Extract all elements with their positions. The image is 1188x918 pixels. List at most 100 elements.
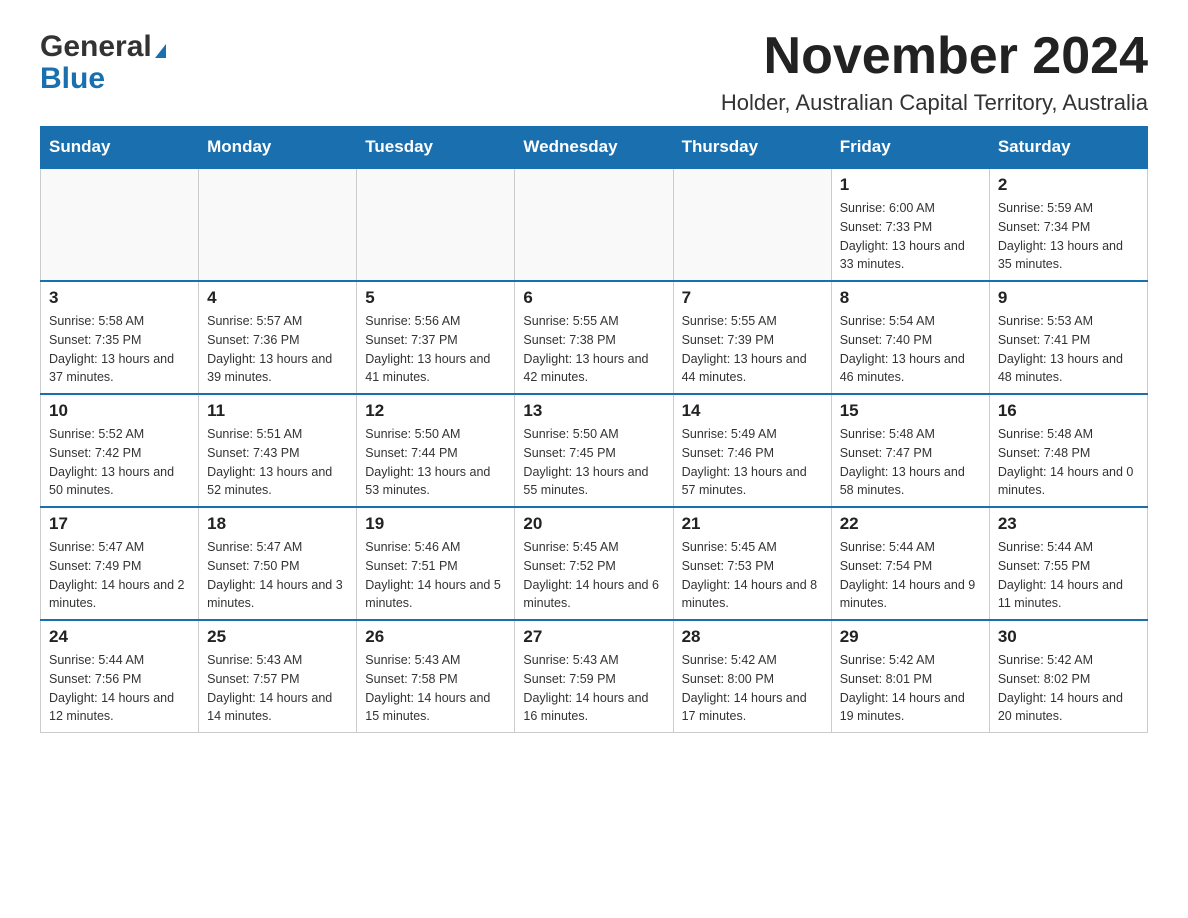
day-number: 1 bbox=[840, 175, 981, 195]
day-number: 20 bbox=[523, 514, 664, 534]
day-info: Sunrise: 5:49 AMSunset: 7:46 PMDaylight:… bbox=[682, 425, 823, 500]
logo-arrow-icon bbox=[155, 44, 166, 58]
calendar-day-cell: 7 Sunrise: 5:55 AMSunset: 7:39 PMDayligh… bbox=[673, 281, 831, 394]
title-section: November 2024 Holder, Australian Capital… bbox=[721, 30, 1148, 116]
calendar-day-header: Saturday bbox=[989, 127, 1147, 169]
calendar-header-row: SundayMondayTuesdayWednesdayThursdayFrid… bbox=[41, 127, 1148, 169]
day-info: Sunrise: 5:43 AMSunset: 7:57 PMDaylight:… bbox=[207, 651, 348, 726]
calendar-day-cell: 17 Sunrise: 5:47 AMSunset: 7:49 PMDaylig… bbox=[41, 507, 199, 620]
calendar-day-cell bbox=[673, 168, 831, 281]
calendar-day-cell: 15 Sunrise: 5:48 AMSunset: 7:47 PMDaylig… bbox=[831, 394, 989, 507]
day-info: Sunrise: 5:51 AMSunset: 7:43 PMDaylight:… bbox=[207, 425, 348, 500]
calendar-day-cell: 28 Sunrise: 5:42 AMSunset: 8:00 PMDaylig… bbox=[673, 620, 831, 733]
calendar-day-cell: 9 Sunrise: 5:53 AMSunset: 7:41 PMDayligh… bbox=[989, 281, 1147, 394]
day-number: 10 bbox=[49, 401, 190, 421]
day-number: 30 bbox=[998, 627, 1139, 647]
calendar-day-cell: 24 Sunrise: 5:44 AMSunset: 7:56 PMDaylig… bbox=[41, 620, 199, 733]
day-number: 3 bbox=[49, 288, 190, 308]
calendar-day-header: Tuesday bbox=[357, 127, 515, 169]
day-info: Sunrise: 5:44 AMSunset: 7:54 PMDaylight:… bbox=[840, 538, 981, 613]
calendar-day-cell: 23 Sunrise: 5:44 AMSunset: 7:55 PMDaylig… bbox=[989, 507, 1147, 620]
calendar-day-header: Friday bbox=[831, 127, 989, 169]
calendar-day-cell: 19 Sunrise: 5:46 AMSunset: 7:51 PMDaylig… bbox=[357, 507, 515, 620]
calendar-week-row: 10 Sunrise: 5:52 AMSunset: 7:42 PMDaylig… bbox=[41, 394, 1148, 507]
day-number: 13 bbox=[523, 401, 664, 421]
day-info: Sunrise: 5:47 AMSunset: 7:49 PMDaylight:… bbox=[49, 538, 190, 613]
day-info: Sunrise: 5:53 AMSunset: 7:41 PMDaylight:… bbox=[998, 312, 1139, 387]
logo-blue-text: Blue bbox=[40, 62, 105, 96]
calendar-day-cell: 21 Sunrise: 5:45 AMSunset: 7:53 PMDaylig… bbox=[673, 507, 831, 620]
day-number: 27 bbox=[523, 627, 664, 647]
day-info: Sunrise: 5:50 AMSunset: 7:44 PMDaylight:… bbox=[365, 425, 506, 500]
day-number: 7 bbox=[682, 288, 823, 308]
day-info: Sunrise: 5:42 AMSunset: 8:01 PMDaylight:… bbox=[840, 651, 981, 726]
calendar-day-cell: 5 Sunrise: 5:56 AMSunset: 7:37 PMDayligh… bbox=[357, 281, 515, 394]
day-info: Sunrise: 5:45 AMSunset: 7:52 PMDaylight:… bbox=[523, 538, 664, 613]
day-info: Sunrise: 5:48 AMSunset: 7:48 PMDaylight:… bbox=[998, 425, 1139, 500]
logo: General Blue bbox=[40, 30, 166, 96]
day-number: 21 bbox=[682, 514, 823, 534]
day-info: Sunrise: 5:56 AMSunset: 7:37 PMDaylight:… bbox=[365, 312, 506, 387]
day-number: 17 bbox=[49, 514, 190, 534]
calendar-day-cell bbox=[199, 168, 357, 281]
month-title: November 2024 bbox=[721, 30, 1148, 82]
day-info: Sunrise: 5:43 AMSunset: 7:59 PMDaylight:… bbox=[523, 651, 664, 726]
calendar-day-cell: 8 Sunrise: 5:54 AMSunset: 7:40 PMDayligh… bbox=[831, 281, 989, 394]
calendar-day-cell: 12 Sunrise: 5:50 AMSunset: 7:44 PMDaylig… bbox=[357, 394, 515, 507]
calendar-day-header: Monday bbox=[199, 127, 357, 169]
day-info: Sunrise: 5:44 AMSunset: 7:55 PMDaylight:… bbox=[998, 538, 1139, 613]
day-info: Sunrise: 5:42 AMSunset: 8:02 PMDaylight:… bbox=[998, 651, 1139, 726]
calendar-day-cell: 11 Sunrise: 5:51 AMSunset: 7:43 PMDaylig… bbox=[199, 394, 357, 507]
day-number: 23 bbox=[998, 514, 1139, 534]
day-number: 25 bbox=[207, 627, 348, 647]
calendar-week-row: 1 Sunrise: 6:00 AMSunset: 7:33 PMDayligh… bbox=[41, 168, 1148, 281]
calendar-table: SundayMondayTuesdayWednesdayThursdayFrid… bbox=[40, 126, 1148, 733]
day-number: 14 bbox=[682, 401, 823, 421]
calendar-day-cell: 22 Sunrise: 5:44 AMSunset: 7:54 PMDaylig… bbox=[831, 507, 989, 620]
day-number: 11 bbox=[207, 401, 348, 421]
day-info: Sunrise: 5:43 AMSunset: 7:58 PMDaylight:… bbox=[365, 651, 506, 726]
calendar-day-cell bbox=[357, 168, 515, 281]
day-info: Sunrise: 5:50 AMSunset: 7:45 PMDaylight:… bbox=[523, 425, 664, 500]
calendar-day-cell: 25 Sunrise: 5:43 AMSunset: 7:57 PMDaylig… bbox=[199, 620, 357, 733]
calendar-day-cell: 13 Sunrise: 5:50 AMSunset: 7:45 PMDaylig… bbox=[515, 394, 673, 507]
day-info: Sunrise: 5:58 AMSunset: 7:35 PMDaylight:… bbox=[49, 312, 190, 387]
day-number: 18 bbox=[207, 514, 348, 534]
day-info: Sunrise: 5:45 AMSunset: 7:53 PMDaylight:… bbox=[682, 538, 823, 613]
day-number: 15 bbox=[840, 401, 981, 421]
day-info: Sunrise: 5:46 AMSunset: 7:51 PMDaylight:… bbox=[365, 538, 506, 613]
calendar-day-cell: 10 Sunrise: 5:52 AMSunset: 7:42 PMDaylig… bbox=[41, 394, 199, 507]
calendar-day-cell bbox=[515, 168, 673, 281]
logo-general-text: General bbox=[40, 30, 152, 64]
calendar-day-cell: 6 Sunrise: 5:55 AMSunset: 7:38 PMDayligh… bbox=[515, 281, 673, 394]
calendar-day-cell: 16 Sunrise: 5:48 AMSunset: 7:48 PMDaylig… bbox=[989, 394, 1147, 507]
calendar-week-row: 3 Sunrise: 5:58 AMSunset: 7:35 PMDayligh… bbox=[41, 281, 1148, 394]
day-info: Sunrise: 6:00 AMSunset: 7:33 PMDaylight:… bbox=[840, 199, 981, 274]
day-number: 2 bbox=[998, 175, 1139, 195]
calendar-day-cell: 20 Sunrise: 5:45 AMSunset: 7:52 PMDaylig… bbox=[515, 507, 673, 620]
day-info: Sunrise: 5:44 AMSunset: 7:56 PMDaylight:… bbox=[49, 651, 190, 726]
day-number: 5 bbox=[365, 288, 506, 308]
calendar-day-header: Wednesday bbox=[515, 127, 673, 169]
day-info: Sunrise: 5:59 AMSunset: 7:34 PMDaylight:… bbox=[998, 199, 1139, 274]
calendar-day-header: Sunday bbox=[41, 127, 199, 169]
calendar-week-row: 24 Sunrise: 5:44 AMSunset: 7:56 PMDaylig… bbox=[41, 620, 1148, 733]
location-title: Holder, Australian Capital Territory, Au… bbox=[721, 90, 1148, 116]
calendar-day-cell: 18 Sunrise: 5:47 AMSunset: 7:50 PMDaylig… bbox=[199, 507, 357, 620]
calendar-day-cell bbox=[41, 168, 199, 281]
calendar-day-cell: 1 Sunrise: 6:00 AMSunset: 7:33 PMDayligh… bbox=[831, 168, 989, 281]
day-number: 12 bbox=[365, 401, 506, 421]
day-info: Sunrise: 5:54 AMSunset: 7:40 PMDaylight:… bbox=[840, 312, 981, 387]
day-number: 26 bbox=[365, 627, 506, 647]
calendar-day-cell: 29 Sunrise: 5:42 AMSunset: 8:01 PMDaylig… bbox=[831, 620, 989, 733]
calendar-day-cell: 2 Sunrise: 5:59 AMSunset: 7:34 PMDayligh… bbox=[989, 168, 1147, 281]
calendar-day-cell: 27 Sunrise: 5:43 AMSunset: 7:59 PMDaylig… bbox=[515, 620, 673, 733]
day-info: Sunrise: 5:52 AMSunset: 7:42 PMDaylight:… bbox=[49, 425, 190, 500]
day-number: 24 bbox=[49, 627, 190, 647]
day-number: 8 bbox=[840, 288, 981, 308]
day-number: 22 bbox=[840, 514, 981, 534]
day-info: Sunrise: 5:48 AMSunset: 7:47 PMDaylight:… bbox=[840, 425, 981, 500]
day-info: Sunrise: 5:55 AMSunset: 7:39 PMDaylight:… bbox=[682, 312, 823, 387]
calendar-day-header: Thursday bbox=[673, 127, 831, 169]
day-number: 29 bbox=[840, 627, 981, 647]
